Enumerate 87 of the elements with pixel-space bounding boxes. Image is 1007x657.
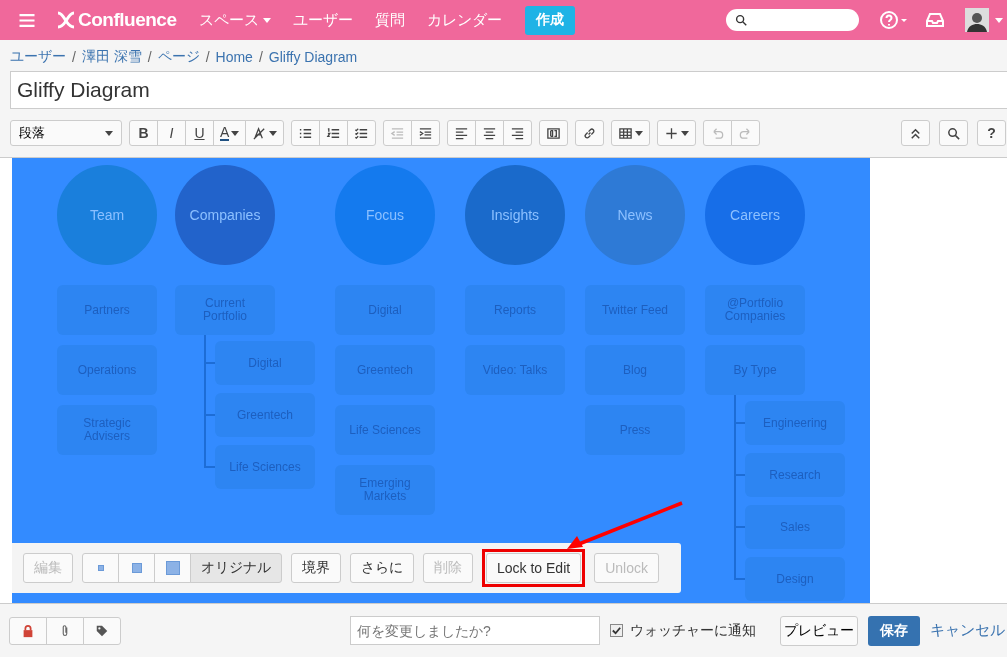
align-left-button[interactable] [447, 120, 477, 146]
align-center-icon [482, 125, 498, 141]
bullet-button[interactable] [291, 120, 321, 146]
clear-button[interactable] [245, 120, 285, 146]
task-button[interactable] [347, 120, 377, 146]
topic-circle: Focus [335, 165, 435, 265]
breadcrumb-separator: / [147, 49, 152, 65]
format-button[interactable]: U [185, 120, 214, 146]
comment-field[interactable]: 何を変更しましたか? [350, 616, 600, 645]
breadcrumb-link[interactable]: 澤田 深雪 [81, 48, 142, 66]
image-action-button[interactable]: さらに [350, 553, 414, 583]
search-icon [946, 125, 961, 141]
logo-icon [56, 11, 76, 29]
search-button[interactable] [939, 120, 968, 146]
indent-button[interactable] [411, 120, 441, 146]
cancel-link[interactable]: キャンセル [930, 621, 1005, 640]
number-icon [326, 125, 342, 141]
nav-menu[interactable]: 質問 [364, 10, 417, 30]
caret-icon [231, 130, 240, 136]
notify-label: ウォッチャーに通知 [630, 621, 756, 640]
number-button[interactable] [319, 120, 349, 146]
breadcrumb-separator: / [72, 49, 76, 65]
restrictions-button[interactable] [9, 616, 47, 645]
avatar-icon[interactable] [965, 8, 989, 32]
caret-icon [263, 18, 272, 24]
breadcrumb-link[interactable]: ユーザー [10, 48, 66, 66]
attachment-button[interactable] [46, 616, 84, 645]
indent-icon [418, 125, 434, 141]
align-left-icon [454, 125, 470, 141]
image-action-button[interactable]: 境界 [291, 553, 341, 583]
breadcrumb-separator: / [205, 49, 210, 65]
size-option[interactable] [154, 553, 191, 583]
save-button[interactable]: 保存 [868, 615, 920, 646]
nav-menu[interactable]: ユーザー [282, 10, 365, 30]
search-icon [734, 13, 748, 27]
title-field[interactable]: Gliffy Diagram [10, 71, 1007, 109]
caret-icon[interactable] [995, 17, 1003, 23]
breadcrumb-link[interactable]: ページ [157, 48, 200, 66]
size-option[interactable]: オリジナル [190, 553, 282, 583]
square-icon [131, 563, 142, 573]
lock-icon [21, 623, 35, 638]
image-action-button[interactable]: Lock to Edit [486, 553, 582, 583]
topic-circle: News [585, 165, 685, 265]
topic-circle: Careers [705, 165, 805, 265]
layout-button[interactable] [539, 120, 569, 146]
labels-button[interactable] [83, 616, 121, 645]
square-icon [165, 561, 180, 575]
create-button[interactable]: 作成 [525, 5, 576, 35]
caret-icon [269, 130, 278, 136]
breadcrumb-link[interactable]: Home [215, 49, 253, 65]
align-right-icon [510, 125, 526, 141]
inbox-icon[interactable] [925, 12, 945, 28]
preview-button[interactable]: プレビュー [780, 615, 858, 646]
app-logo[interactable]: Confluence [78, 9, 177, 31]
notify-checkbox[interactable] [610, 624, 623, 637]
menu-icon[interactable] [18, 12, 36, 28]
format-button[interactable]: B [129, 120, 158, 146]
align-right-button[interactable] [503, 120, 533, 146]
topic-circle: Team [57, 165, 157, 265]
diagram-canvas[interactable] [12, 158, 870, 603]
caret-icon [105, 130, 113, 136]
format-button[interactable]: I [157, 120, 186, 146]
help-icon[interactable] [879, 10, 909, 30]
search-field[interactable] [726, 9, 859, 31]
insert-button[interactable] [657, 120, 697, 146]
paragraph-style-dropdown[interactable]: 段落 [10, 120, 122, 146]
table-icon [618, 125, 634, 141]
insert-icon [664, 125, 680, 141]
help-button[interactable]: ? [977, 120, 1006, 146]
square-icon [97, 565, 104, 571]
link-button[interactable] [575, 120, 605, 146]
align-center-button[interactable] [475, 120, 505, 146]
size-option[interactable] [118, 553, 155, 583]
caret-icon [635, 130, 644, 136]
topic-circle: Companies [175, 165, 275, 265]
breadcrumb-separator: / [258, 49, 263, 65]
breadcrumb-link[interactable]: Gliffy Diagram [268, 49, 358, 65]
caret-icon [681, 130, 690, 136]
outdent-icon [390, 125, 406, 141]
tag-icon [95, 623, 109, 638]
format-button[interactable]: A [213, 120, 247, 146]
topic-circle: Insights [465, 165, 565, 265]
layout-icon [546, 125, 562, 141]
nav-menu[interactable]: カレンダー [416, 10, 514, 30]
nav-menu[interactable]: スペース [188, 10, 283, 30]
collapse-button[interactable] [901, 120, 930, 146]
table-button[interactable] [611, 120, 651, 146]
